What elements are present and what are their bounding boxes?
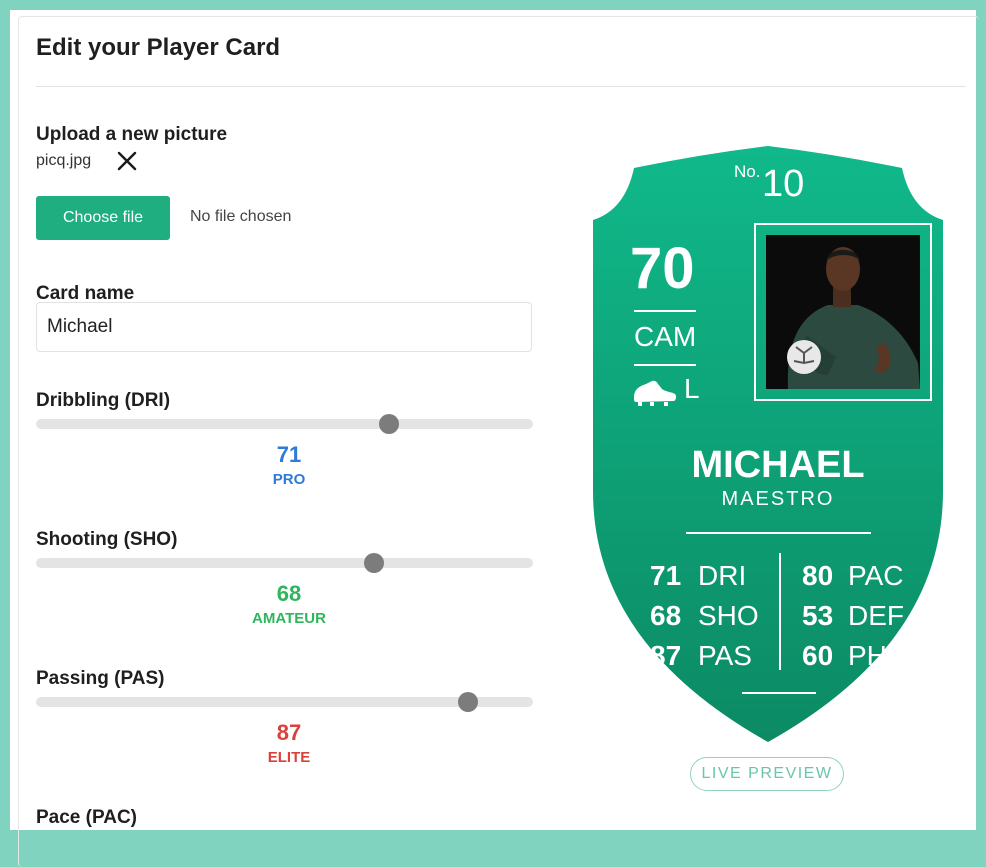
- page-title: Edit your Player Card: [36, 34, 281, 61]
- boot-icon: [634, 380, 677, 406]
- passing-label: Passing (PAS): [36, 668, 165, 689]
- card-name-input[interactable]: [36, 302, 532, 352]
- current-file-name: picq.jpg: [36, 152, 92, 169]
- player-photo: [754, 223, 932, 401]
- card-stat-pas-label: PAS: [698, 640, 752, 671]
- card-stat-def-value: 53: [802, 600, 834, 631]
- card-number: 10: [762, 163, 805, 205]
- card-stat-sho-value: 68: [650, 600, 682, 631]
- title-divider: [36, 86, 966, 87]
- player-photo-icon: [766, 235, 920, 389]
- dribbling-slider-thumb[interactable]: [378, 414, 399, 434]
- card-number-prefix: No.: [734, 162, 761, 181]
- card-player-name: MICHAEL: [691, 444, 865, 486]
- dribbling-value: 71: [276, 442, 302, 467]
- card-stat-pac-value: 80: [802, 560, 834, 591]
- card-rating: 70: [630, 236, 695, 301]
- passing-tier: ELITE: [267, 749, 311, 766]
- card-stat-pas-value: 87: [650, 640, 682, 671]
- remove-file-icon[interactable]: [114, 148, 140, 174]
- upload-label: Upload a new picture: [36, 124, 228, 145]
- shooting-slider[interactable]: [36, 553, 533, 573]
- card-subtitle: MAESTRO: [721, 488, 835, 510]
- choose-file-button[interactable]: Choose file: [36, 196, 170, 240]
- shooting-value: 68: [276, 581, 302, 606]
- no-file-chosen-text: No file chosen: [190, 208, 292, 225]
- shooting-slider-thumb[interactable]: [363, 553, 384, 573]
- card-stat-sho-label: SHO: [698, 600, 759, 631]
- dribbling-label: Dribbling (DRI): [36, 390, 171, 411]
- card-stat-def-label: DEF: [848, 600, 904, 631]
- shooting-label: Shooting (SHO): [36, 529, 178, 550]
- dribbling-tier: PRO: [272, 471, 306, 488]
- passing-value: 87: [276, 720, 302, 745]
- pace-label: Pace (PAC): [36, 807, 138, 828]
- live-preview-badge: LIVE PREVIEW: [690, 757, 844, 791]
- dribbling-slider[interactable]: [36, 414, 533, 434]
- card-stat-phy-label: PHY: [848, 640, 906, 671]
- passing-slider[interactable]: [36, 692, 533, 712]
- card-stat-pac-label: PAC: [848, 560, 904, 591]
- card-position: CAM: [634, 321, 697, 352]
- card-stat-dri-value: 71: [650, 560, 682, 591]
- card-stat-phy-value: 60: [802, 640, 834, 671]
- card-foot: L: [684, 373, 700, 404]
- shooting-tier: AMATEUR: [252, 610, 326, 627]
- card-stat-dri-label: DRI: [698, 560, 747, 591]
